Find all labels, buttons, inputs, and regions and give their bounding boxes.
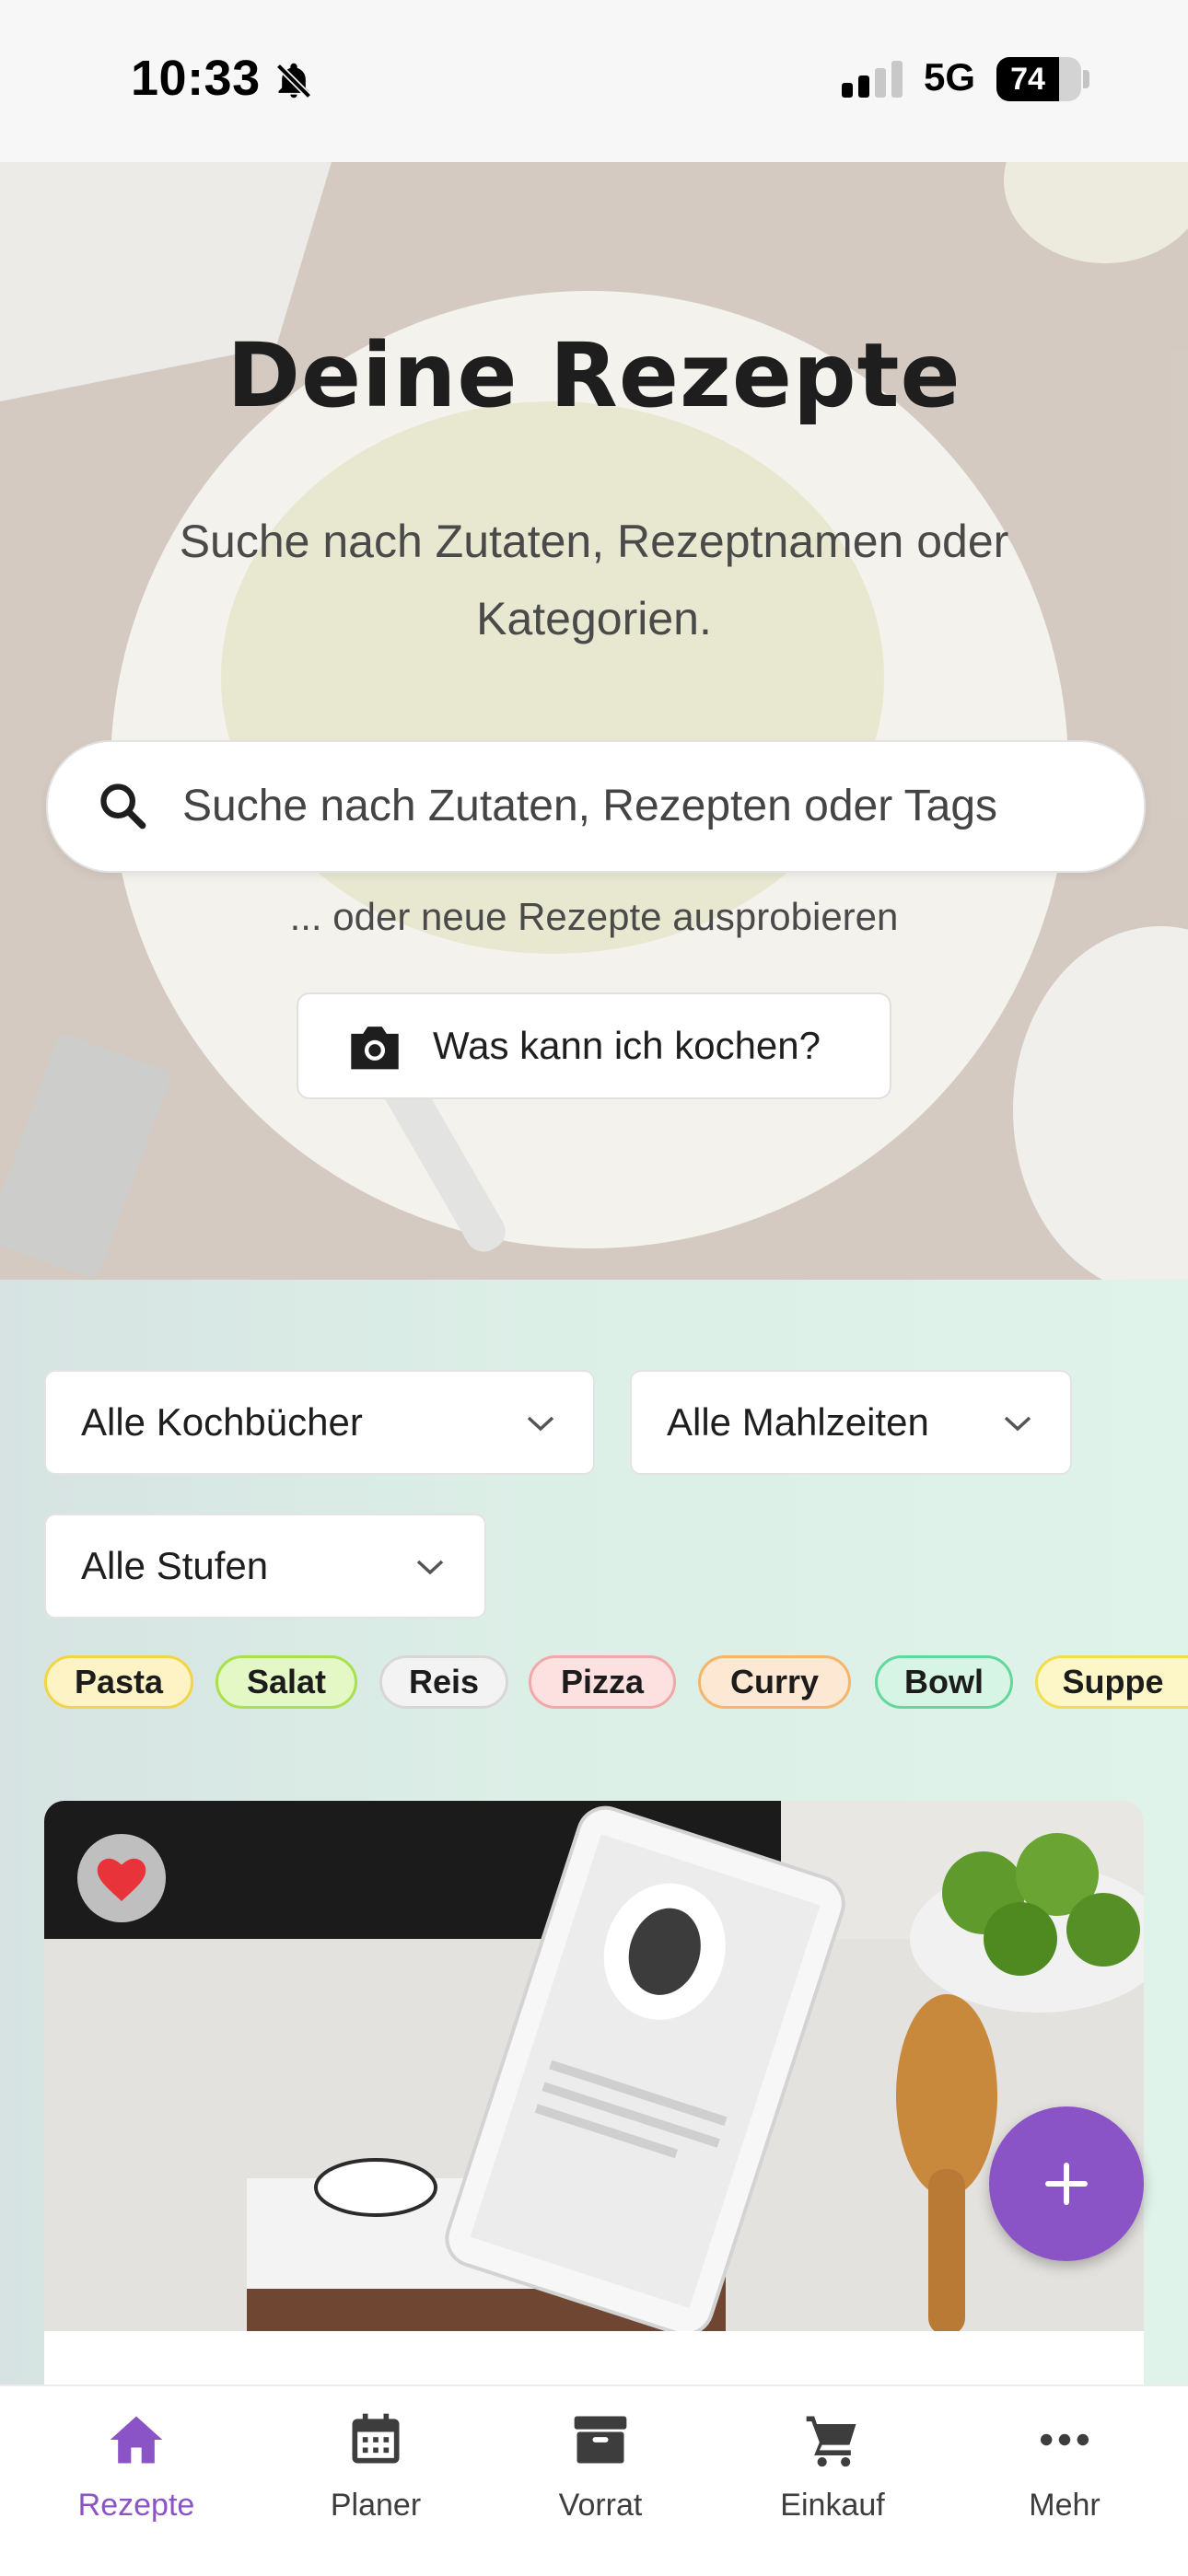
battery-level: 74 [1010,62,1045,97]
nav-label-rezepte: Rezepte [77,2488,195,2523]
nav-item-mehr[interactable]: Mehr [973,2386,1157,2576]
nav-item-vorrat[interactable]: Vorrat [508,2386,693,2576]
what-can-i-cook-button[interactable]: Was kann ich kochen? [297,992,891,1099]
bottom-navigation: Rezepte Planer Vorrat Einkauf Mehr [0,2385,1188,2576]
cookbook-filter-label: Alle Kochbücher [81,1400,363,1444]
nav-item-einkauf[interactable]: Einkauf [740,2386,925,2576]
chevron-down-icon [416,1560,444,1575]
favorite-button[interactable] [77,1834,166,1922]
meal-filter-dropdown[interactable]: Alle Mahlzeiten [630,1370,1072,1475]
network-label: 5G [924,55,976,99]
nav-label-planer: Planer [330,2488,422,2523]
tag-chip-curry[interactable]: Curry [698,1655,851,1709]
tag-chip-pasta[interactable]: Pasta [44,1655,193,1709]
search-input[interactable] [181,742,1105,869]
level-filter-label: Alle Stufen [81,1544,269,1587]
what-can-i-cook-label: Was kann ich kochen? [433,1024,821,1067]
recipe-image [44,1801,1144,2331]
search-icon [96,779,149,837]
chevron-down-icon [527,1416,554,1432]
meal-filter-label: Alle Mahlzeiten [667,1400,929,1444]
level-filter-dropdown[interactable]: Alle Stufen [44,1514,486,1619]
page-title: Deine Rezepte [227,324,961,427]
chevron-down-icon [1004,1416,1031,1432]
nav-item-rezepte[interactable]: Rezepte [44,2386,228,2576]
hero-hint: ... oder neue Rezepte ausprobieren [289,895,899,938]
nav-label-mehr: Mehr [1029,2488,1101,2523]
bell-slash-icon [273,61,315,106]
battery-cap [1083,70,1089,88]
cart-icon [806,2416,856,2467]
home-icon [110,2416,163,2464]
tag-chip-suppe[interactable]: Suppe [1035,1655,1188,1709]
cookbook-filter-dropdown[interactable]: Alle Kochbücher [44,1370,595,1475]
status-bar: 10:33 5G 74 [0,0,1188,162]
page-subtitle: Suche nach Zutaten, Rezeptnamen oder Kat… [179,516,1009,644]
heart-icon [97,1858,146,1901]
archive-box-icon [574,2416,627,2464]
signal-icon [842,61,906,102]
tag-chip-salat[interactable]: Salat [215,1655,357,1709]
more-dots-icon [1040,2433,1089,2446]
search-bar[interactable] [46,740,1146,873]
hero-section: Deine Rezepte Suche nach Zutaten, Rezept… [0,162,1188,1280]
status-time: 10:33 [131,51,261,106]
plus-icon [1045,2163,1088,2205]
tag-chip-reis[interactable]: Reis [379,1655,508,1709]
nav-label-einkauf: Einkauf [780,2488,885,2523]
nav-item-planer[interactable]: Planer [284,2386,468,2576]
tag-chip-bowl[interactable]: Bowl [875,1655,1013,1709]
battery-icon: 74 [996,57,1081,101]
tag-chip-pizza[interactable]: Pizza [529,1655,676,1709]
nav-label-vorrat: Vorrat [558,2488,643,2523]
calendar-icon [352,2413,400,2464]
add-recipe-button[interactable] [989,2106,1144,2261]
camera-icon [346,1022,403,1076]
